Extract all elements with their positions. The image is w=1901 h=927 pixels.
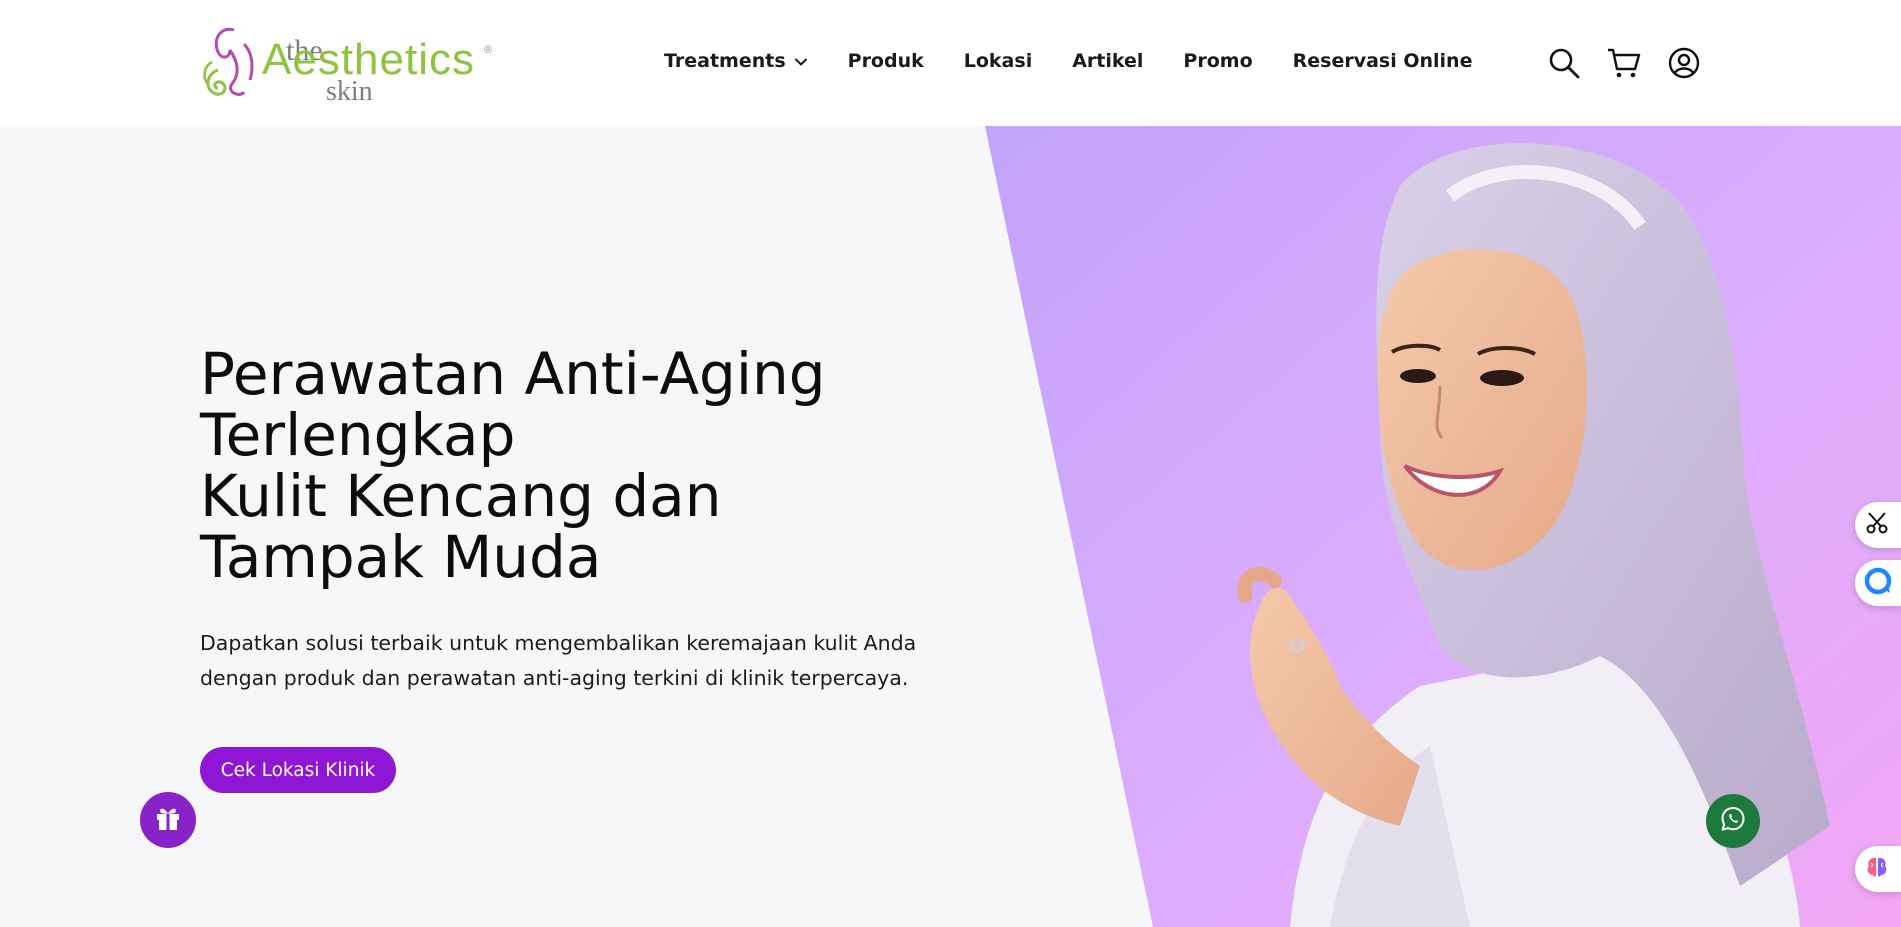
hero-title-line: Perawatan Anti-Aging	[200, 340, 826, 408]
nav-item-produk[interactable]: Produk	[848, 50, 924, 72]
nav-item-lokasi[interactable]: Lokasi	[964, 50, 1032, 72]
hero-section: Perawatan Anti-Aging Terlengkap Kulit Ke…	[0, 126, 1901, 927]
nav-item-promo[interactable]: Promo	[1183, 50, 1252, 72]
nav-item-label: Lokasi	[963, 50, 1033, 72]
hero-title-line: Tampak Muda	[200, 523, 602, 591]
brand-logo[interactable]: the Aesthetics ® skin	[200, 18, 500, 108]
cek-lokasi-klinik-button[interactable]: Cek Lokasi Klinik	[200, 747, 396, 793]
side-widget-chat[interactable]	[1855, 560, 1901, 606]
chat-bubble-icon	[1864, 567, 1892, 600]
nav-item-artikel[interactable]: Artikel	[1072, 50, 1143, 72]
search-icon[interactable]	[1547, 46, 1581, 80]
gift-icon	[154, 804, 182, 837]
cart-icon[interactable]	[1607, 46, 1641, 80]
nav-item-label: Promo	[1183, 50, 1253, 72]
brain-icon	[1864, 854, 1890, 885]
hero-description: Dapatkan solusi terbaik untuk mengembali…	[200, 626, 920, 696]
gift-promo-button[interactable]	[140, 792, 196, 848]
hero-title: Perawatan Anti-Aging Terlengkap Kulit Ke…	[200, 344, 920, 588]
side-widget-ai[interactable]	[1855, 846, 1901, 892]
whatsapp-icon	[1719, 805, 1747, 838]
nav-item-reservasi-online[interactable]: Reservasi Online	[1293, 50, 1473, 72]
header-actions	[1521, 46, 1701, 80]
nav-item-treatments[interactable]: Treatments	[664, 50, 808, 72]
scissors-icon	[1864, 510, 1890, 541]
hero-description-line: Dapatkan solusi terbaik untuk mengembali…	[200, 631, 917, 655]
whatsapp-chat-button[interactable]	[1706, 794, 1760, 848]
nav-item-label: Produk	[847, 50, 924, 72]
nav-item-label: Artikel	[1072, 50, 1144, 72]
chevron-down-icon	[794, 50, 808, 72]
logo-registered-mark: ®	[484, 44, 493, 56]
logo-word-skin: skin	[326, 76, 373, 107]
nav-item-label: Reservasi Online	[1292, 50, 1473, 72]
side-widget-tools[interactable]	[1855, 502, 1901, 548]
hero-title-line: Kulit Kencang dan	[200, 462, 722, 530]
logo-emblem-icon	[203, 27, 254, 96]
nav-item-label: Treatments	[664, 50, 786, 72]
user-account-icon[interactable]	[1667, 46, 1701, 80]
main-nav: Treatments Produk Lokasi Artikel Promo R…	[664, 50, 1472, 72]
hero-description-line: dengan produk dan perawatan anti-aging t…	[200, 666, 909, 690]
hero-title-line: Terlengkap	[200, 401, 516, 469]
site-header: the Aesthetics ® skin Treatments Produk …	[0, 0, 1901, 126]
